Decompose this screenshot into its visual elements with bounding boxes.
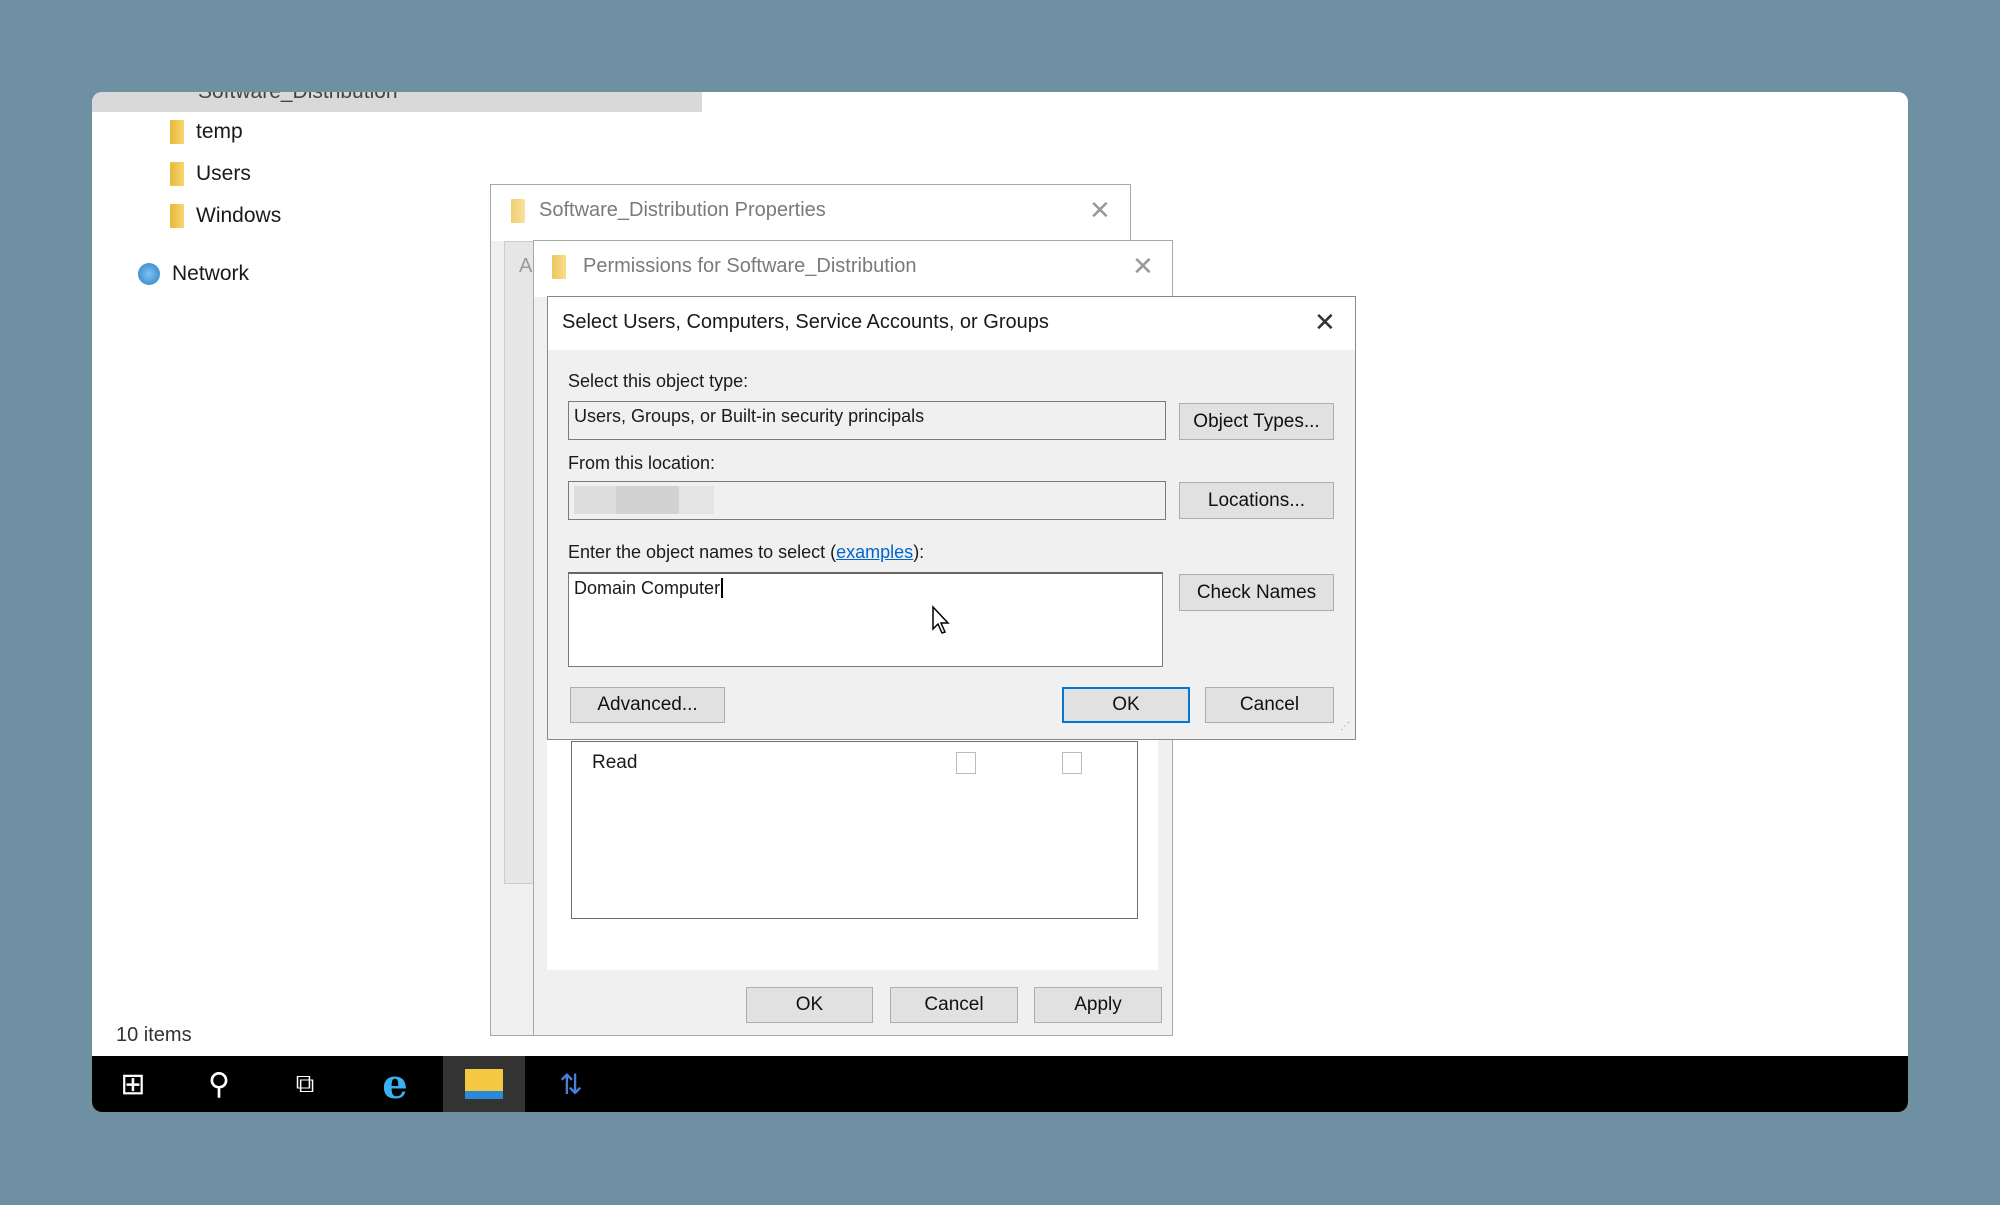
close-icon[interactable]: ✕ [1132, 253, 1154, 279]
dialog-title: Permissions for Software_Distribution [583, 255, 917, 277]
tree-item-label: Software_Distribution [198, 92, 398, 104]
folder-icon [170, 204, 184, 228]
label-text: ): [913, 542, 925, 562]
taskbar: ⊞ ⚲ ⧉ e ⇅ [92, 1056, 1908, 1112]
cancel-button[interactable]: Cancel [890, 987, 1018, 1023]
tree-item-label: Windows [196, 204, 282, 227]
close-icon[interactable]: ✕ [1089, 197, 1111, 223]
locations-button[interactable]: Locations... [1179, 482, 1334, 519]
ok-button[interactable]: OK [746, 987, 873, 1023]
object-type-label: Select this object type: [568, 371, 749, 391]
folder-icon [170, 120, 184, 144]
permissions-list: Read [571, 741, 1138, 919]
network-icon [138, 263, 160, 285]
properties-tab-panel [504, 241, 534, 884]
examples-link[interactable]: examples [836, 542, 913, 562]
label-text: Enter the object names to select ( [568, 542, 837, 562]
object-names-label: Enter the object names to select (exampl… [568, 542, 924, 563]
location-label: From this location: [568, 453, 716, 473]
tree-item-temp[interactable]: temp [170, 120, 243, 144]
tree-item-label: temp [196, 120, 243, 143]
file-explorer-icon[interactable] [443, 1056, 525, 1112]
windows-start-icon[interactable]: ⊞ [98, 1056, 168, 1112]
search-icon[interactable]: ⚲ [184, 1056, 254, 1112]
resize-grip-icon[interactable]: ⋰ [1340, 721, 1350, 732]
check-names-button[interactable]: Check Names [1179, 574, 1334, 611]
tree-item-network[interactable]: Network [138, 262, 249, 286]
folder-icon [170, 162, 184, 186]
dialog-title: Select Users, Computers, Service Account… [562, 311, 1049, 333]
folder-icon [511, 199, 525, 223]
apply-button[interactable]: Apply [1034, 987, 1162, 1023]
dialog-title: Software_Distribution Properties [539, 199, 826, 221]
tree-item-label: Users [196, 162, 251, 185]
object-names-value: Domain Computer [574, 578, 721, 598]
close-icon[interactable]: ✕ [1314, 309, 1336, 335]
permission-label: Read [592, 752, 638, 773]
tab-partial-label: A [519, 255, 533, 277]
internet-explorer-icon[interactable]: e [360, 1056, 430, 1112]
network-connections-icon[interactable]: ⇅ [536, 1056, 606, 1112]
object-type-field: Users, Groups, or Built-in security prin… [568, 401, 1166, 440]
tree-item-users[interactable]: Users [170, 162, 251, 186]
ok-button[interactable]: OK [1062, 687, 1190, 723]
advanced-button[interactable]: Advanced... [570, 687, 725, 723]
allow-checkbox[interactable] [956, 752, 976, 774]
text-caret [721, 578, 724, 598]
location-field [568, 481, 1166, 520]
status-item-count: 10 items [116, 1024, 192, 1046]
tree-item-selected[interactable]: Software_Distribution [92, 92, 702, 112]
deny-checkbox[interactable] [1062, 752, 1082, 774]
tree-item-label: Network [172, 262, 250, 285]
object-names-input[interactable]: Domain Computer [568, 572, 1163, 667]
cancel-button[interactable]: Cancel [1205, 687, 1334, 723]
select-users-dialog: Select Users, Computers, Service Account… [547, 296, 1356, 740]
object-types-button[interactable]: Object Types... [1179, 403, 1334, 440]
tree-item-windows[interactable]: Windows [170, 204, 281, 228]
task-view-icon[interactable]: ⧉ [270, 1056, 340, 1112]
folder-icon [552, 255, 566, 279]
mouse-cursor-icon [932, 605, 950, 634]
